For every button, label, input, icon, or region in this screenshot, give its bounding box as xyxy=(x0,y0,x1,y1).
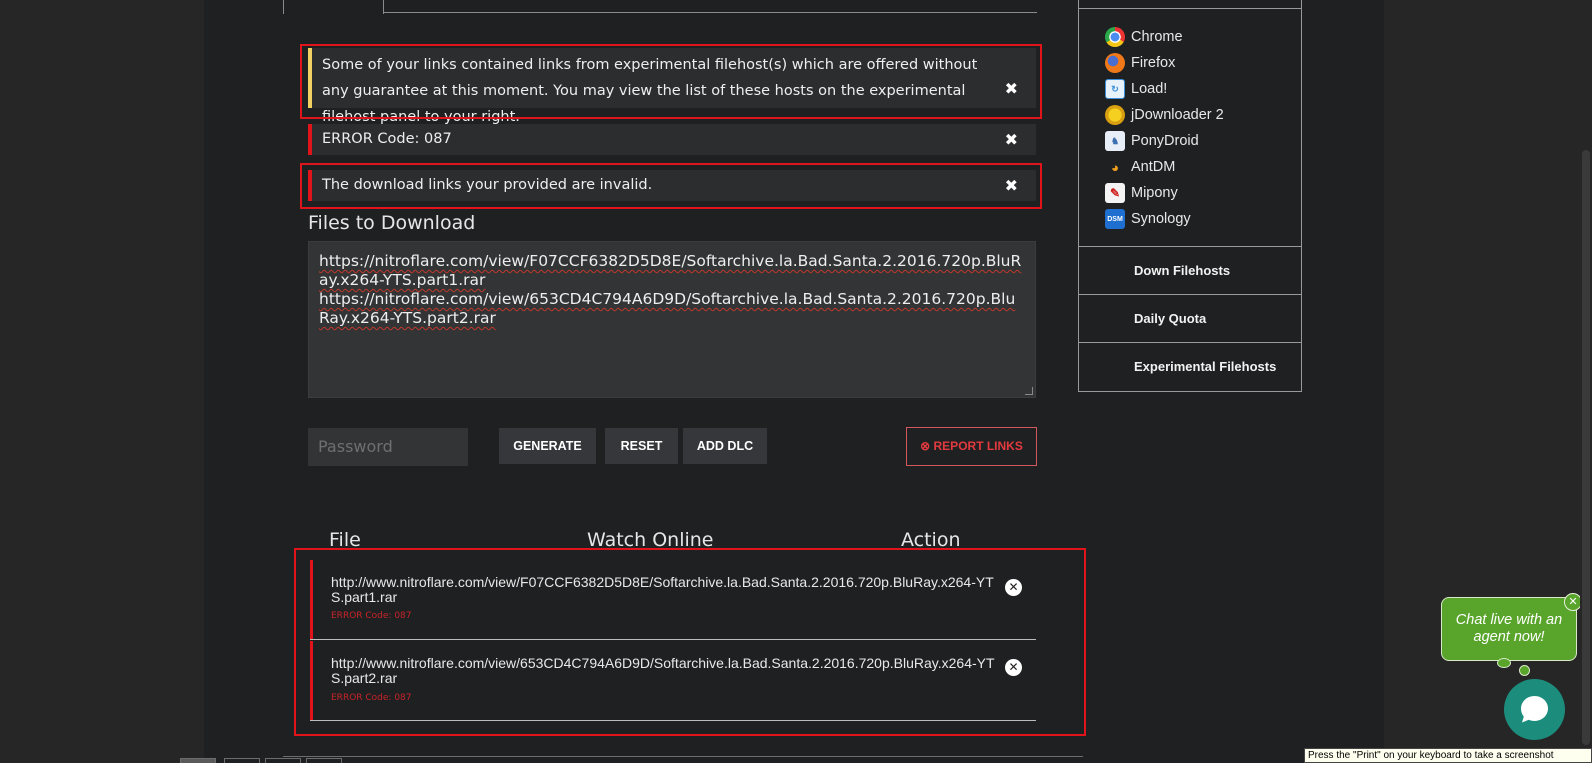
app-label: Chrome xyxy=(1131,29,1183,45)
sidebar-divider xyxy=(1079,342,1301,343)
antdm-icon: ◕ xyxy=(1111,159,1119,175)
chat-bubble-tail xyxy=(1497,658,1511,668)
app-ponydroid[interactable]: ♞ PonyDroid xyxy=(1105,130,1199,152)
jdownloader-icon xyxy=(1105,105,1125,125)
tab-border-bottom xyxy=(383,12,1037,13)
highlight-box xyxy=(294,548,1086,736)
alert-text: ERROR Code: 087 xyxy=(322,131,452,147)
bottom-tab[interactable] xyxy=(265,758,301,763)
mipony-icon: ✎ xyxy=(1105,183,1125,203)
sidebar-link-down-filehosts[interactable]: Down Filehosts xyxy=(1134,263,1230,278)
load-icon: ↻ xyxy=(1105,79,1125,99)
sidebar-divider xyxy=(1079,8,1301,9)
firefox-icon xyxy=(1105,53,1125,73)
reset-button[interactable]: RESET xyxy=(605,428,678,464)
app-label: Synology xyxy=(1131,211,1191,227)
synology-icon: DSM xyxy=(1105,209,1125,229)
highlight-box xyxy=(300,163,1042,209)
sidebar-link-experimental-filehosts[interactable]: Experimental Filehosts xyxy=(1134,359,1276,374)
bottom-tab[interactable] xyxy=(180,758,216,763)
links-textarea[interactable]: https://nitroflare.com/view/F07CCF6382D5… xyxy=(308,241,1036,398)
ponydroid-icon: ♞ xyxy=(1105,131,1125,151)
password-input[interactable]: Password xyxy=(308,428,468,466)
error-code-alert: ERROR Code: 087 ✖ xyxy=(308,124,1036,155)
app-label: AntDM xyxy=(1131,159,1176,175)
app-label: Mipony xyxy=(1131,185,1178,201)
link-line: https://nitroflare.com/view/F07CCF6382D5… xyxy=(319,252,1022,289)
app-load[interactable]: ↻ Load! xyxy=(1105,78,1167,100)
app-antdm[interactable]: ◕ AntDM xyxy=(1105,156,1175,178)
app-synology[interactable]: DSM Synology xyxy=(1105,208,1191,230)
bottom-tab[interactable] xyxy=(306,758,342,763)
chat-launcher-button[interactable] xyxy=(1504,679,1565,740)
sidebar-link-daily-quota[interactable]: Daily Quota xyxy=(1134,311,1206,326)
alert-bar-error xyxy=(308,124,312,155)
app-label: jDownloader 2 xyxy=(1131,107,1224,123)
close-icon[interactable]: ✖ xyxy=(1005,124,1018,155)
app-mipony[interactable]: ✎ Mipony xyxy=(1105,182,1178,204)
resize-handle-icon[interactable] xyxy=(1025,387,1033,395)
chat-bubble-icon xyxy=(1521,696,1548,723)
app-label: Firefox xyxy=(1131,55,1176,71)
chat-bubble[interactable]: Chat live with an agent now! xyxy=(1441,597,1577,661)
warning-circle-icon: ⊗ xyxy=(920,439,934,453)
report-links-label: REPORT LINKS xyxy=(933,439,1023,453)
report-links-button[interactable]: ⊗ REPORT LINKS xyxy=(906,427,1037,466)
highlight-box xyxy=(300,44,1042,119)
scrollbar-thumb[interactable] xyxy=(1582,150,1590,745)
add-dlc-button[interactable]: ADD DLC xyxy=(683,428,767,464)
sidebar-panel: Chrome Firefox ↻ Load! jDownloader 2 ♞ P… xyxy=(1078,0,1302,392)
app-chrome[interactable]: Chrome xyxy=(1105,26,1183,48)
bottom-tab[interactable] xyxy=(224,758,260,763)
app-jdownloader[interactable]: jDownloader 2 xyxy=(1105,104,1224,126)
app-label: PonyDroid xyxy=(1131,133,1199,149)
chat-bubble-tail xyxy=(1519,665,1530,676)
chrome-icon xyxy=(1105,27,1125,47)
app-label: Load! xyxy=(1131,81,1168,97)
generate-button[interactable]: GENERATE xyxy=(499,428,596,464)
tab-border-left xyxy=(283,0,284,14)
bottom-tab-bar xyxy=(283,756,1083,763)
sidebar-divider xyxy=(1079,246,1301,247)
files-to-download-title: Files to Download xyxy=(308,212,476,234)
app-firefox[interactable]: Firefox xyxy=(1105,52,1175,74)
screenshot-tooltip: Press the "Print" on your keyboard to ta… xyxy=(1304,748,1592,763)
sidebar-divider xyxy=(1079,294,1301,295)
link-line: https://nitroflare.com/view/653CD4C794A6… xyxy=(319,290,1016,327)
